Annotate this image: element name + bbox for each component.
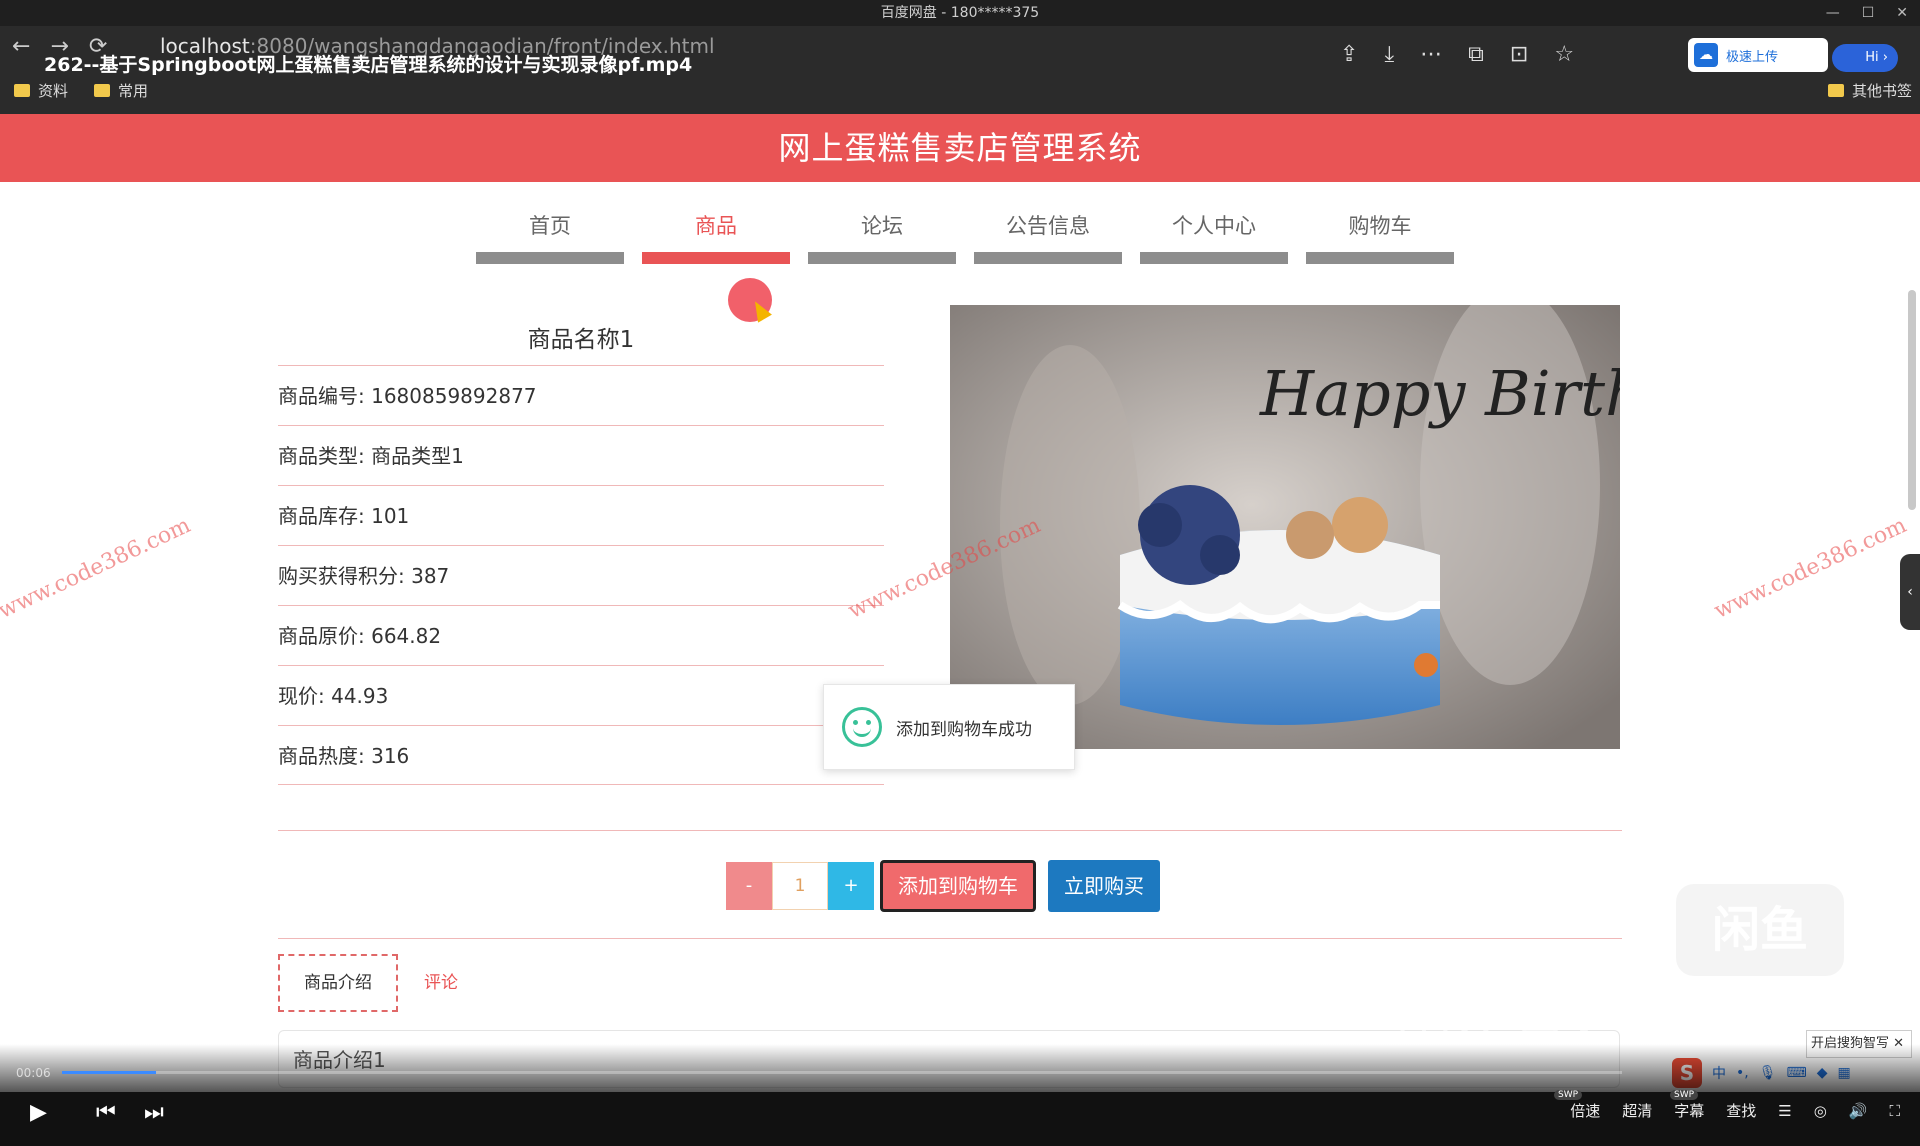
product-info-list: 商品编号: 1680859892877 商品类型: 商品类型1 商品库存: 10… xyxy=(278,365,884,785)
speed-button[interactable]: 倍速 xyxy=(1570,1100,1600,1121)
nav-item-announcements[interactable]: 公告信息 xyxy=(974,210,1122,264)
cake-topper-text: Happy Birthday xyxy=(1259,357,1620,430)
subtitle-button[interactable]: 字幕 xyxy=(1674,1100,1704,1121)
browser-chrome: ← → ⟳ localhost:8080/wangshangdangaodian… xyxy=(0,26,1920,114)
nav-item-forum[interactable]: 论坛 xyxy=(808,210,956,264)
cake-illustration: Happy Birthday xyxy=(950,305,1620,749)
fullscreen-exit-icon[interactable]: ⊡ xyxy=(1510,42,1528,67)
quantity-input[interactable]: 1 xyxy=(772,862,828,910)
back-icon[interactable]: ← xyxy=(12,34,30,59)
smile-icon xyxy=(842,707,882,747)
window-controls: — ☐ ✕ xyxy=(1826,0,1908,26)
product-field: 商品编号: 1680859892877 xyxy=(278,365,884,425)
add-to-cart-button[interactable]: 添加到购物车 xyxy=(880,860,1036,912)
download-icon[interactable]: ⤓ xyxy=(1384,42,1394,67)
nav-label: 个人中心 xyxy=(1172,214,1256,238)
bookmark-label: 其他书签 xyxy=(1851,82,1912,100)
video-title: 262--基于Springboot网上蛋糕售卖店管理系统的设计与实现录像pf.m… xyxy=(44,54,693,76)
progress-bar[interactable] xyxy=(62,1071,1622,1074)
folder-icon xyxy=(14,84,30,97)
star-icon[interactable]: ☆ xyxy=(1554,42,1574,67)
bookmark-label: 常用 xyxy=(118,82,149,100)
nav-item-profile[interactable]: 个人中心 xyxy=(1140,210,1288,264)
bookmark-folder[interactable]: 常用 xyxy=(94,80,148,101)
site-header: 网上蛋糕售卖店管理系统 xyxy=(0,114,1920,182)
xianyu-logo-watermark: 闲鱼 xyxy=(1676,884,1844,976)
toast-notification: 添加到购物车成功 xyxy=(823,684,1075,770)
bookmark-label: 资料 xyxy=(38,82,69,100)
quality-button[interactable]: 超清 xyxy=(1622,1100,1652,1121)
browser-toolbar: ⇪ ⤓ ⋯ ⧉ ⊡ ☆ xyxy=(1340,42,1574,67)
purchase-actions: - 1 + 添加到购物车 立即购买 xyxy=(726,860,1160,912)
volume-icon[interactable]: 🔊 xyxy=(1849,1102,1868,1120)
playback-time: 00:06 xyxy=(16,1066,51,1080)
find-button[interactable]: 查找 xyxy=(1726,1100,1756,1121)
product-field: 现价: 44.93 xyxy=(278,665,884,725)
site-watermark: www.code386.com xyxy=(0,513,195,624)
nav-underline xyxy=(974,252,1122,264)
hi-button[interactable]: Hi › xyxy=(1832,44,1898,72)
product-name: 商品名称1 xyxy=(527,327,635,353)
window-title-bar: 百度网盘 - 180*****375 — ☐ ✕ xyxy=(0,0,1920,26)
nav-item-products[interactable]: 商品 xyxy=(642,210,790,264)
product-field: 商品热度: 316 xyxy=(278,725,884,785)
play-icon[interactable]: ▶ xyxy=(30,1100,47,1125)
buy-now-button[interactable]: 立即购买 xyxy=(1048,860,1160,912)
quantity-decrease-button[interactable]: - xyxy=(726,862,772,910)
product-image: Happy Birthday xyxy=(950,305,1620,749)
nav-underline xyxy=(808,252,956,264)
tab-product-intro[interactable]: 商品介绍 xyxy=(278,954,398,1012)
fast-upload-button[interactable]: ☁ 极速上传 xyxy=(1688,38,1828,72)
maximize-icon[interactable]: ☐ xyxy=(1862,0,1875,26)
toast-message: 添加到购物车成功 xyxy=(896,719,1032,740)
quantity-increase-button[interactable]: + xyxy=(828,862,874,910)
product-field: 商品原价: 664.82 xyxy=(278,605,884,665)
other-bookmarks[interactable]: 其他书签 xyxy=(1827,80,1912,101)
nav-label: 首页 xyxy=(529,214,571,238)
nav-underline xyxy=(1140,252,1288,264)
side-panel-toggle[interactable]: ‹ xyxy=(1900,554,1920,630)
nav-label: 论坛 xyxy=(861,214,903,238)
nav-item-cart[interactable]: 购物车 xyxy=(1306,210,1454,264)
nav-underline xyxy=(476,252,624,264)
nav-item-home[interactable]: 首页 xyxy=(476,210,624,264)
cloud-icon: ☁ xyxy=(1694,43,1718,67)
bookmarks-bar: 资料 常用 xyxy=(14,80,148,101)
divider xyxy=(278,938,1622,939)
folder-icon xyxy=(94,84,111,97)
nav-underline xyxy=(1306,252,1454,264)
site-watermark: www.code386.com xyxy=(1710,513,1911,624)
close-icon[interactable]: ✕ xyxy=(1896,0,1908,26)
screen: 百度网盘 - 180*****375 — ☐ ✕ ← → ⟳ localhost… xyxy=(0,0,1920,1146)
page-scrollbar[interactable] xyxy=(1908,290,1916,510)
nav-label: 公告信息 xyxy=(1006,214,1090,238)
share-icon[interactable]: ⇪ xyxy=(1340,42,1358,67)
fullscreen-icon[interactable]: ⛶ xyxy=(1889,1102,1900,1120)
previous-icon[interactable]: ⏮ xyxy=(96,1100,116,1125)
product-field: 商品库存: 101 xyxy=(278,485,884,545)
pip-icon[interactable]: ⧉ xyxy=(1468,42,1484,67)
nav-label: 购物车 xyxy=(1348,214,1412,238)
site-title: 网上蛋糕售卖店管理系统 xyxy=(778,129,1142,167)
folder-icon xyxy=(1827,84,1844,97)
more-icon[interactable]: ⋯ xyxy=(1420,42,1442,67)
main-nav: 首页 商品 论坛 公告信息 个人中心 购物车 xyxy=(476,210,1454,264)
minimize-icon[interactable]: — xyxy=(1826,0,1840,26)
settings-icon[interactable]: ◎ xyxy=(1814,1102,1827,1120)
progress-fill xyxy=(62,1071,156,1074)
swp-badge: SWP xyxy=(1670,1090,1699,1100)
window-title: 百度网盘 - 180*****375 xyxy=(880,5,1040,21)
swp-badge: SWP xyxy=(1554,1090,1583,1100)
bookmark-folder[interactable]: 资料 xyxy=(14,80,68,101)
divider xyxy=(278,830,1622,831)
nav-label: 商品 xyxy=(695,214,737,238)
product-field: 购买获得积分: 387 xyxy=(278,545,884,605)
upload-label: 极速上传 xyxy=(1726,49,1779,65)
tab-comments[interactable]: 评论 xyxy=(424,954,458,1012)
next-icon[interactable]: ⏭ xyxy=(144,1100,164,1125)
player-right-controls: 倍速 超清 字幕 查找 ☰ ◎ 🔊 ⛶ xyxy=(1570,1100,1900,1121)
product-field: 商品类型: 商品类型1 xyxy=(278,425,884,485)
playlist-icon[interactable]: ☰ xyxy=(1778,1102,1791,1120)
nav-underline xyxy=(642,252,790,264)
